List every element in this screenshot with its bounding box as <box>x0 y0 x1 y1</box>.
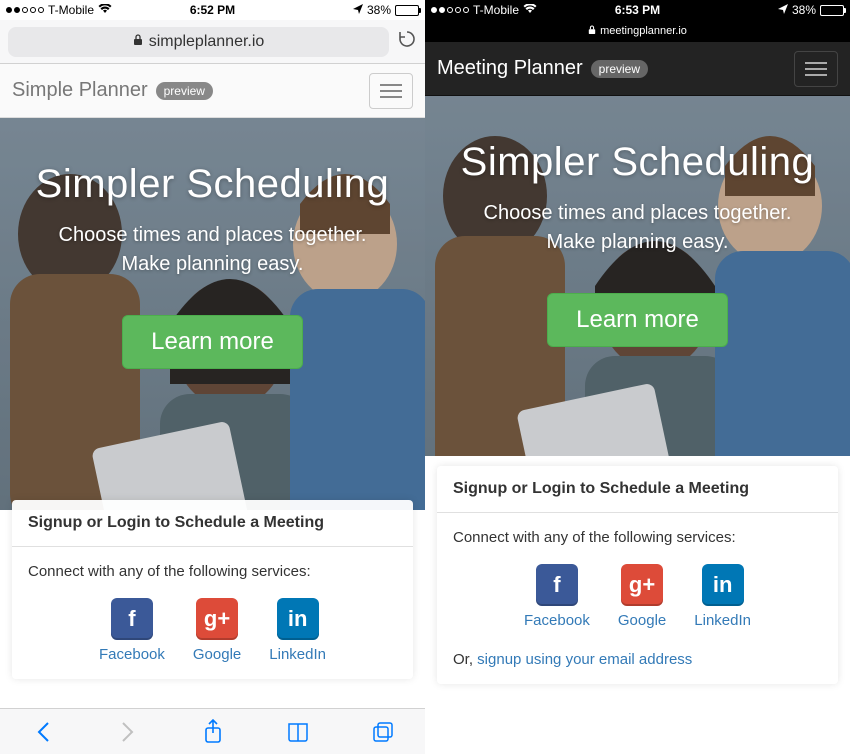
status-bar: T-Mobile 6:52 PM 38% <box>0 0 425 20</box>
hero-subtext: Choose times and places together.Make pl… <box>35 221 391 279</box>
facebook-label: Facebook <box>524 612 590 629</box>
battery-pct: 38% <box>367 3 391 17</box>
location-icon <box>353 3 363 17</box>
signal-icon <box>6 7 44 13</box>
url-bar: simpleplanner.io <box>0 20 425 64</box>
learn-more-button[interactable]: Learn more <box>122 315 303 369</box>
connect-text: Connect with any of the following servic… <box>28 563 397 580</box>
carrier-label: T-Mobile <box>473 3 519 17</box>
preview-badge: preview <box>156 82 213 100</box>
location-icon <box>778 3 788 17</box>
google-login[interactable]: g+ Google <box>618 564 666 629</box>
facebook-login[interactable]: f Facebook <box>524 564 590 629</box>
facebook-icon: f <box>111 598 153 640</box>
google-icon: g+ <box>621 564 663 606</box>
app-header: Meeting Planner preview <box>425 42 850 96</box>
or-signup: Or, signup using your email address <box>453 651 822 668</box>
lock-icon <box>133 33 143 51</box>
google-login[interactable]: g+ Google <box>193 598 241 663</box>
panel-title: Signup or Login to Schedule a Meeting <box>437 466 838 513</box>
facebook-label: Facebook <box>99 646 165 663</box>
signup-panel: Signup or Login to Schedule a Meeting Co… <box>12 500 413 679</box>
battery-icon <box>820 5 844 16</box>
forward-button[interactable] <box>115 719 141 745</box>
linkedin-login[interactable]: in LinkedIn <box>694 564 751 629</box>
back-button[interactable] <box>30 719 56 745</box>
signal-icon <box>431 7 469 13</box>
preview-badge: preview <box>591 60 648 78</box>
google-label: Google <box>618 612 666 629</box>
app-header: Simple Planner preview <box>0 64 425 118</box>
url-text: simpleplanner.io <box>149 33 265 51</box>
google-icon: g+ <box>196 598 238 640</box>
connect-text: Connect with any of the following servic… <box>453 529 822 546</box>
panel-title: Signup or Login to Schedule a Meeting <box>12 500 413 547</box>
brand-title[interactable]: Simple Planner <box>12 79 148 102</box>
facebook-login[interactable]: f Facebook <box>99 598 165 663</box>
hero: Simpler Scheduling Choose times and plac… <box>425 96 850 456</box>
hero-headline: Simpler Scheduling <box>451 140 825 185</box>
hero: Simpler Scheduling Choose times and plac… <box>0 118 425 510</box>
google-label: Google <box>193 646 241 663</box>
linkedin-login[interactable]: in LinkedIn <box>269 598 326 663</box>
share-button[interactable] <box>200 719 226 745</box>
brand-title[interactable]: Meeting Planner <box>437 57 583 80</box>
hero-subtext: Choose times and places together.Make pl… <box>460 199 816 257</box>
lock-icon <box>588 25 596 38</box>
linkedin-label: LinkedIn <box>694 612 751 629</box>
battery-icon <box>395 5 419 16</box>
wifi-icon <box>523 3 537 17</box>
linkedin-icon: in <box>277 598 319 640</box>
bookmarks-button[interactable] <box>285 719 311 745</box>
learn-more-button[interactable]: Learn more <box>547 293 728 347</box>
battery-pct: 38% <box>792 3 816 17</box>
clock: 6:53 PM <box>615 3 660 17</box>
menu-button[interactable] <box>794 51 838 87</box>
linkedin-label: LinkedIn <box>269 646 326 663</box>
hero-headline: Simpler Scheduling <box>26 162 400 207</box>
safari-toolbar <box>0 708 425 754</box>
refresh-icon[interactable] <box>397 29 417 54</box>
signup-panel: Signup or Login to Schedule a Meeting Co… <box>437 466 838 684</box>
wifi-icon <box>98 3 112 17</box>
status-bar: T-Mobile 6:53 PM 38% <box>425 0 850 20</box>
facebook-icon: f <box>536 564 578 606</box>
linkedin-icon: in <box>702 564 744 606</box>
url-bar[interactable]: meetingplanner.io <box>425 20 850 42</box>
menu-button[interactable] <box>369 73 413 109</box>
carrier-label: T-Mobile <box>48 3 94 17</box>
email-signup-link[interactable]: signup using your email address <box>477 651 692 668</box>
url-field[interactable]: simpleplanner.io <box>8 27 389 57</box>
tabs-button[interactable] <box>370 719 396 745</box>
url-text: meetingplanner.io <box>600 25 687 37</box>
clock: 6:52 PM <box>190 3 235 17</box>
